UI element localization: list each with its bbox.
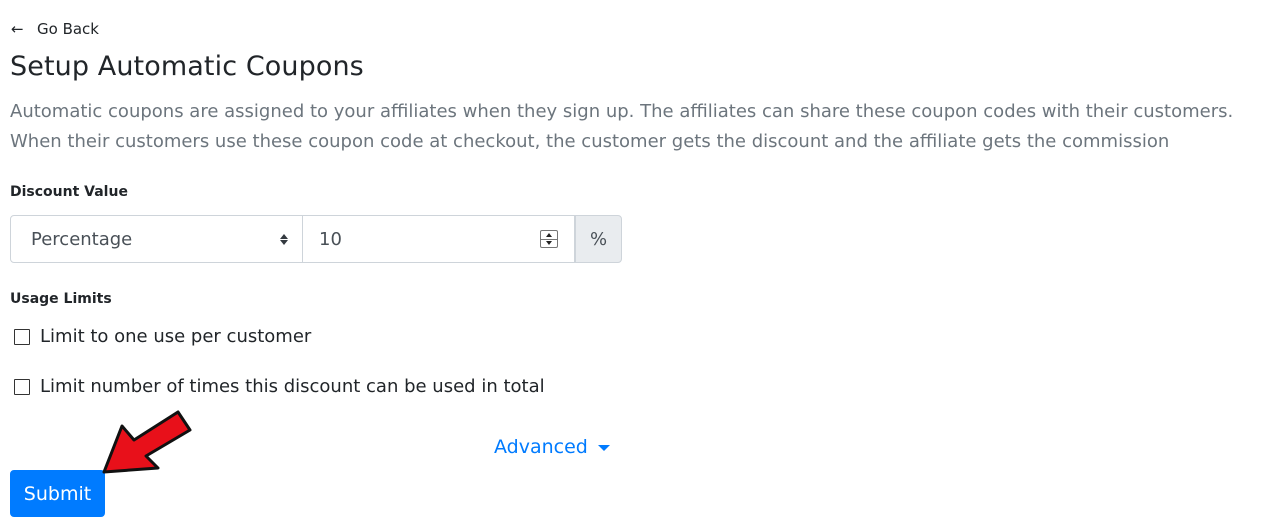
discount-input-group: Percentage 10 %	[10, 215, 622, 263]
arrow-left-icon: ←	[11, 20, 24, 38]
submit-button[interactable]: Submit	[10, 470, 105, 517]
limit-total-uses-label: Limit number of times this discount can …	[40, 376, 545, 397]
page-description: Automatic coupons are assigned to your a…	[10, 101, 1234, 152]
percent-addon: %	[575, 215, 622, 263]
advanced-label: Advanced	[494, 436, 588, 458]
limit-total-uses-option[interactable]: Limit number of times this discount can …	[14, 376, 545, 397]
discount-type-value: Percentage	[31, 228, 133, 250]
discount-type-select[interactable]: Percentage	[10, 215, 303, 263]
discount-value-text: 10	[319, 228, 342, 250]
advanced-toggle[interactable]: Advanced	[494, 436, 610, 458]
go-back-link[interactable]: ← Go Back	[11, 20, 99, 38]
page-title: Setup Automatic Coupons	[10, 51, 364, 82]
usage-limits-label: Usage Limits	[10, 291, 112, 307]
discount-value-label: Discount Value	[10, 184, 128, 200]
limit-one-per-customer-checkbox[interactable]	[14, 328, 30, 345]
caret-down-icon	[597, 445, 610, 451]
number-spinner-icon[interactable]	[540, 230, 558, 248]
limit-one-per-customer-label: Limit to one use per customer	[40, 326, 312, 347]
discount-value-input[interactable]: 10	[303, 215, 575, 263]
go-back-label: Go Back	[37, 20, 99, 38]
limit-one-per-customer-option[interactable]: Limit to one use per customer	[14, 326, 311, 347]
select-caret-icon	[280, 233, 288, 245]
annotation-arrow-icon	[102, 410, 192, 474]
limit-total-uses-checkbox[interactable]	[14, 378, 30, 395]
